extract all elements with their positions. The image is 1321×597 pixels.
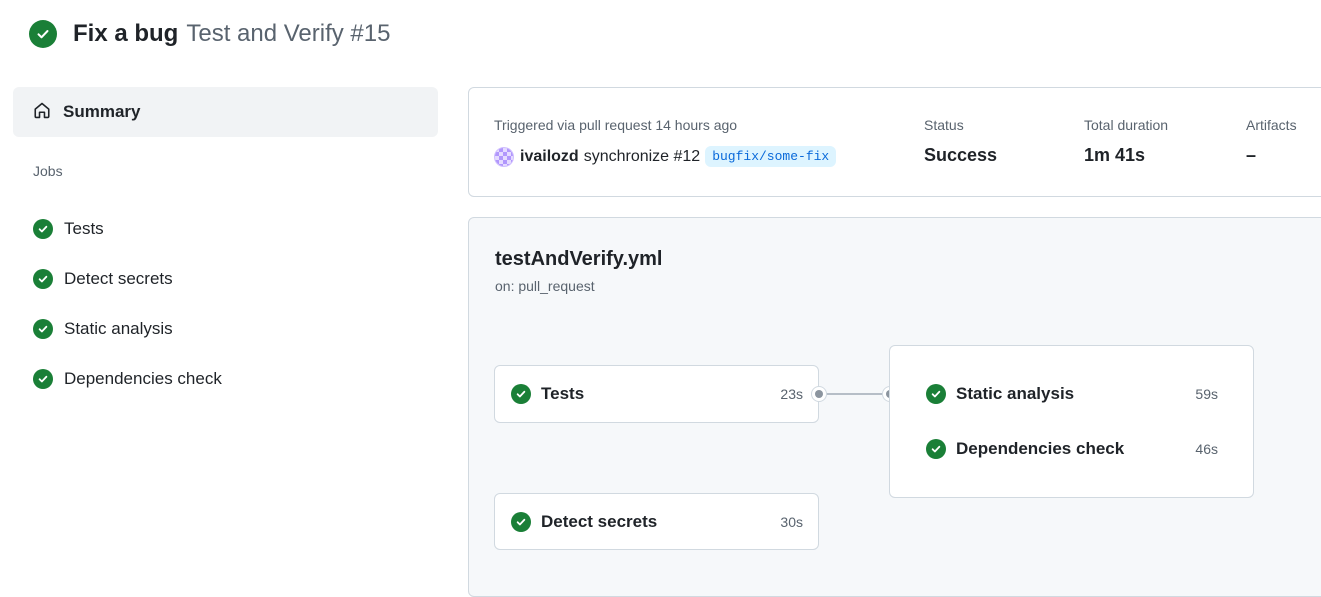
sidebar-item-dependencies-check[interactable]: Dependencies check: [13, 354, 438, 404]
check-circle-icon: [33, 269, 53, 289]
duration-value: 1m 41s: [1084, 145, 1146, 165]
trigger-action: synchronize #12: [583, 147, 701, 165]
trigger-label: Triggered via pull request 14 hours ago: [494, 117, 738, 133]
job-name: Detect secrets: [541, 512, 658, 531]
check-circle-icon: [926, 384, 946, 404]
run-subtitle: Test and Verify #15: [186, 20, 391, 47]
sidebar-item-summary[interactable]: Summary: [13, 87, 438, 137]
check-circle-icon: [33, 219, 53, 239]
sidebar-item-detect-secrets[interactable]: Detect secrets: [13, 254, 438, 304]
sidebar-item-label: Summary: [63, 102, 141, 121]
home-icon: [33, 101, 51, 124]
job-name: Static analysis: [956, 384, 1075, 403]
run-header: Fix a bug Test and Verify #15: [29, 18, 390, 50]
branch-label[interactable]: bugfix/some-fix: [705, 146, 837, 167]
sidebar-item-label: Detect secrets: [64, 269, 173, 288]
job-duration: 59s: [1195, 386, 1218, 402]
job-name: Dependencies check: [956, 439, 1125, 458]
workflow-trigger: on: pull_request: [495, 278, 595, 294]
check-circle-icon: [511, 512, 531, 532]
job-node-detect-secrets: Detect secrets 30s: [494, 493, 819, 550]
run-title: Fix a bug: [73, 20, 179, 47]
duration-block: Total duration 1m 41s: [1084, 117, 1168, 166]
job-row-static-analysis[interactable]: Static analysis 59s: [926, 384, 1218, 404]
job-duration: 30s: [780, 514, 803, 530]
artifacts-block: Artifacts –: [1246, 117, 1297, 166]
workflow-file-name: testAndVerify.yml: [495, 248, 663, 270]
sidebar-item-tests[interactable]: Tests: [13, 204, 438, 254]
sidebar: Summary Jobs Tests Detect secrets Static…: [13, 87, 438, 404]
avatar[interactable]: [494, 146, 514, 167]
check-circle-icon: [926, 439, 946, 459]
job-connector: [826, 393, 882, 395]
actor-link[interactable]: ivailozd: [520, 148, 579, 166]
workflow-graph: testAndVerify.yml on: pull_request Tests…: [468, 217, 1321, 597]
run-summary-card: Triggered via pull request 14 hours ago …: [468, 87, 1321, 197]
check-circle-icon: [33, 369, 53, 389]
sidebar-item-label: Static analysis: [64, 319, 173, 338]
artifacts-value: –: [1246, 145, 1257, 165]
job-duration: 46s: [1195, 441, 1218, 457]
job-row-tests[interactable]: Tests 23s: [511, 384, 803, 404]
job-row-dependencies-check[interactable]: Dependencies check 46s: [926, 439, 1218, 459]
check-circle-icon: [33, 319, 53, 339]
check-circle-icon: [29, 20, 57, 48]
job-group-node: Static analysis 59s Dependencies check 4…: [889, 345, 1254, 498]
job-node-tests: Tests 23s: [494, 365, 819, 423]
job-row-detect-secrets[interactable]: Detect secrets 30s: [511, 512, 803, 532]
sidebar-item-static-analysis[interactable]: Static analysis: [13, 304, 438, 354]
sidebar-item-label: Tests: [64, 219, 104, 238]
jobs-heading: Jobs: [33, 163, 63, 179]
job-duration: 23s: [780, 386, 803, 402]
status-label: Status: [924, 117, 964, 133]
sidebar-job-list: Tests Detect secrets Static analysis Dep…: [13, 204, 438, 404]
job-name: Tests: [541, 384, 585, 403]
check-circle-icon: [511, 384, 531, 404]
sidebar-item-label: Dependencies check: [64, 369, 222, 388]
status-block: Status Success: [924, 117, 997, 166]
connector-dot: [811, 386, 827, 402]
duration-label: Total duration: [1084, 117, 1169, 133]
trigger-details: ivailozd synchronize #12 bugfix/some-fix: [494, 146, 837, 167]
artifacts-label: Artifacts: [1246, 117, 1297, 133]
status-value: Success: [924, 145, 998, 165]
